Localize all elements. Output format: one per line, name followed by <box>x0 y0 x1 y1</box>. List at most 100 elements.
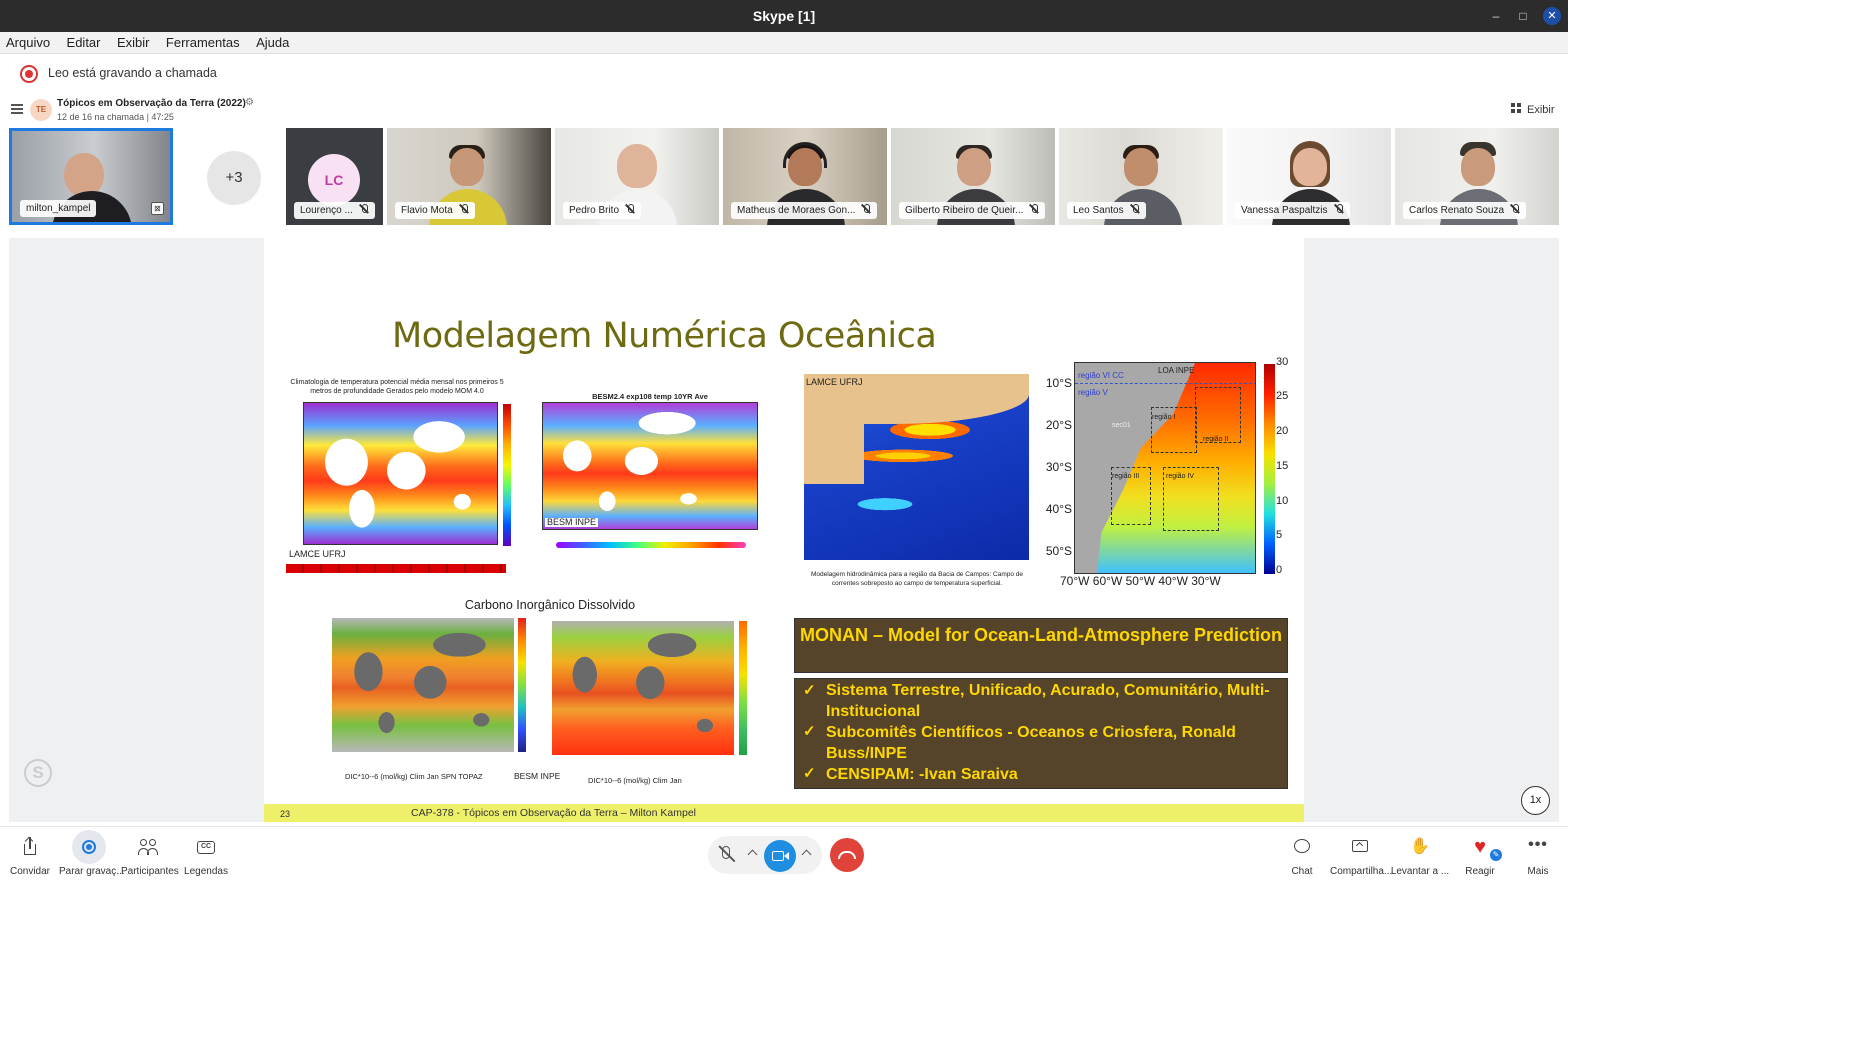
playback-speed-button[interactable]: 1x <box>1521 786 1550 815</box>
participant-name-pill: Flavio Mota <box>395 202 475 219</box>
participant-tile[interactable]: Flavio Mota <box>387 128 551 225</box>
participants-button[interactable]: Participantes <box>121 836 179 877</box>
screen-share-icon[interactable]: ⊠ <box>151 202 164 215</box>
menu-arquivo[interactable]: Arquivo <box>0 32 56 50</box>
captions-button[interactable]: CC Legendas <box>184 836 228 877</box>
muted-microphone-button[interactable] <box>713 841 741 869</box>
menu-editar[interactable]: Editar <box>61 32 107 50</box>
settings-icon[interactable]: ⚙ <box>245 97 254 108</box>
figure-1-legend-strip <box>286 564 506 573</box>
figure-4-colorbar <box>1264 364 1275 574</box>
figure-2-label: BESM INPE <box>545 517 599 527</box>
participant-tile[interactable]: LC Lourenço ... <box>286 128 383 225</box>
share-up-icon <box>19 836 41 858</box>
dic-caption-left: DIC*10--6 (mol/kg) Clim Jan SPN TOPAZ <box>345 772 483 781</box>
self-head <box>64 153 104 197</box>
participant-name: Gilberto Ribeiro de Queir... <box>905 205 1024 216</box>
react-button[interactable]: ♥ ✎ Reagir <box>1460 836 1503 877</box>
lon-labels: 70°W 60°W 50°W 40°W 30°W <box>1060 574 1221 588</box>
participant-name-pill: Pedro Brito <box>563 202 642 219</box>
participant-name: Flavio Mota <box>401 205 453 216</box>
scale-label: 5 <box>1276 529 1283 541</box>
people-icon <box>137 836 159 858</box>
call-title[interactable]: Tópicos em Observação da Terra (2022) <box>57 98 246 109</box>
title-bar: Skype [1] – □ ✕ <box>0 0 1568 32</box>
participant-tile[interactable]: Pedro Brito <box>555 128 719 225</box>
self-video-tile[interactable]: milton_kampel ⊠ <box>9 128 173 225</box>
menu-exibir[interactable]: Exibir <box>111 32 156 50</box>
loa-inpe-label: LOA INPE <box>1158 366 1195 375</box>
figure-1-map <box>303 402 498 545</box>
more-participants-button[interactable]: +3 <box>207 151 261 205</box>
participant-tile[interactable]: Carlos Renato Souza <box>1395 128 1559 225</box>
check-icon: ✓ <box>803 682 816 699</box>
participant-name-pill: Gilberto Ribeiro de Queir... <box>899 202 1046 219</box>
hand-icon: ✋ <box>1410 838 1430 855</box>
record-icon <box>72 830 106 864</box>
participant-head <box>617 144 657 188</box>
slide-page-number: 23 <box>280 809 291 819</box>
participant-initials: LC <box>308 154 360 206</box>
camera-button[interactable] <box>764 840 796 872</box>
lat-label: 10°S <box>1045 376 1072 390</box>
captions-label: Legendas <box>184 866 228 877</box>
scale-label: 10 <box>1276 495 1289 507</box>
participant-name-pill: Leo Santos <box>1067 202 1146 219</box>
figure-2-map <box>542 402 758 530</box>
participant-head <box>450 148 484 186</box>
scale-label: 0 <box>1276 564 1283 576</box>
participant-name-pill: Matheus de Moraes Gon... <box>731 202 878 219</box>
chat-button[interactable]: Chat <box>1284 836 1320 877</box>
figure-2-caption: BESM2.4 exp108 temp 10YR Ave <box>592 392 708 401</box>
hang-up-icon <box>838 851 856 859</box>
raise-hand-button[interactable]: ✋ Levantar a ... <box>1390 836 1450 877</box>
participant-tile[interactable]: Matheus de Moraes Gon... <box>723 128 887 225</box>
slide-title: Modelagem Numérica Oceânica <box>392 316 937 356</box>
region-ii-label: região II <box>1203 436 1229 443</box>
invite-button[interactable]: Convidar <box>8 836 52 877</box>
monan-bullet: Sistema Terrestre, Unificado, Acurado, C… <box>826 682 1270 720</box>
maximize-icon[interactable]: □ <box>1514 7 1532 25</box>
region-v-label: região V <box>1078 388 1108 397</box>
muted-mic-icon <box>459 204 469 214</box>
participants-label: Participantes <box>121 866 179 877</box>
view-label: Exibir <box>1527 104 1555 116</box>
monan-title: MONAN – Model for Ocean-Land-Atmosphere … <box>799 625 1283 645</box>
stop-recording-label: Parar gravaç... <box>59 866 125 877</box>
figure-1-label: LAMCE UFRJ <box>289 549 346 559</box>
person-body <box>147 848 158 855</box>
more-button[interactable]: ••• Mais <box>1516 836 1560 877</box>
dic-colorbar-right <box>739 621 747 755</box>
menu-ferramentas[interactable]: Ferramentas <box>160 32 246 50</box>
menu-ajuda[interactable]: Ajuda <box>250 32 295 50</box>
end-call-button[interactable] <box>830 838 864 872</box>
heart-icon: ♥ ✎ <box>1469 836 1503 862</box>
share-screen-button[interactable]: Compartilha... <box>1330 836 1392 877</box>
dic-label-right: BESM INPE <box>514 771 561 781</box>
participant-name-pill: Lourenço ... <box>294 202 375 219</box>
figure-3-label: LAMCE UFRJ <box>806 377 863 387</box>
slide-footer-text: CAP-378 - Tópicos em Observação da Terra… <box>411 807 696 819</box>
region-iii-label: região III <box>1112 473 1140 480</box>
scale-label: 20 <box>1276 425 1289 437</box>
scale-label: 25 <box>1276 390 1289 402</box>
figure-3-caption: Modelagem hidrodinâmica para a região da… <box>810 571 1024 587</box>
menu-icon[interactable] <box>11 104 23 114</box>
record-dot <box>86 844 92 850</box>
participant-tile[interactable]: Leo Santos <box>1059 128 1223 225</box>
recording-icon <box>20 65 38 83</box>
self-name: milton_kampel <box>26 203 91 214</box>
react-label: Reagir <box>1465 866 1495 877</box>
grid-icon <box>1511 103 1522 114</box>
share-screen-icon <box>1349 836 1371 858</box>
stop-recording-button[interactable]: Parar gravaç... <box>59 830 125 877</box>
minimize-icon[interactable]: – <box>1487 7 1505 25</box>
muted-mic-icon <box>1510 204 1520 214</box>
participant-tile[interactable]: Gilberto Ribeiro de Queir... <box>891 128 1055 225</box>
participant-head <box>1124 148 1158 186</box>
view-button[interactable]: Exibir <box>1511 103 1555 116</box>
recording-banner <box>0 55 1568 93</box>
dic-map-left <box>332 618 514 752</box>
close-icon[interactable]: ✕ <box>1543 7 1561 25</box>
participant-tile[interactable]: Vanessa Paspaltzis <box>1227 128 1391 225</box>
